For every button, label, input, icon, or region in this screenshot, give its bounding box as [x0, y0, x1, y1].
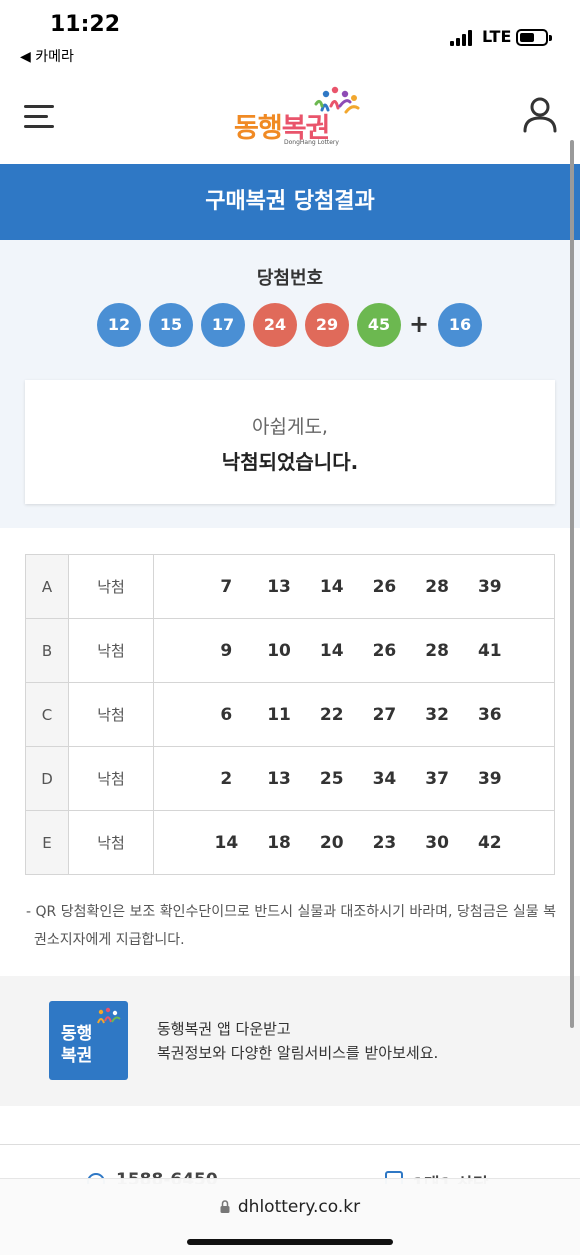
site-logo[interactable]: 동행복권 DongHang Lottery	[230, 84, 360, 150]
ticket-slot: D	[25, 746, 69, 811]
user-icon[interactable]	[520, 94, 560, 134]
ticket-number: 14	[319, 576, 344, 597]
bonus-ball: 16	[438, 303, 482, 347]
ticket-result: 낙첨	[68, 618, 154, 683]
footer-divider	[0, 1144, 580, 1145]
status-bar: 11:22 ◀ 카메라 LTE	[0, 0, 580, 70]
ticket-row: C 낙첨 6 11 22 27 32 36	[25, 682, 555, 747]
ticket-number: 26	[372, 576, 397, 597]
ticket-number: 18	[267, 832, 291, 853]
ticket-result: 낙첨	[68, 682, 154, 747]
logo-subtitle: DongHang Lottery	[284, 139, 339, 146]
winning-ball: 12	[97, 303, 141, 347]
result-message-line2: 낙첨되었습니다.	[221, 450, 359, 474]
url-display[interactable]: dhlottery.co.kr	[0, 1197, 580, 1217]
ticket-numbers: 9 10 14 26 28 41	[153, 618, 555, 683]
back-to-camera-link[interactable]: ◀ 카메라	[20, 46, 74, 66]
winning-ball: 29	[305, 303, 349, 347]
ticket-number: 34	[372, 768, 397, 789]
lock-icon	[220, 1200, 230, 1213]
ticket-row: B 낙첨 9 10 14 26 28 41	[25, 618, 555, 683]
ticket-numbers: 6 11 22 27 32 36	[153, 682, 555, 747]
ticket-result: 낙첨	[68, 554, 154, 619]
qr-notice: - QR 당첨확인은 보조 확인수단이므로 반드시 실물과 대조하시기 바라며,…	[26, 904, 556, 948]
ticket-number: 20	[319, 832, 344, 853]
winning-numbers-label: 당첨번호	[256, 268, 324, 289]
ticket-number: 26	[372, 640, 397, 661]
ticket-number: 32	[425, 704, 449, 725]
ticket-number: 41	[477, 640, 502, 661]
ticket-slot: A	[25, 554, 69, 619]
ticket-number: 7	[220, 576, 233, 597]
ticket-number: 10	[267, 640, 291, 661]
ticket-slot: C	[25, 682, 69, 747]
app-icon-people-icon	[97, 1007, 121, 1024]
ticket-number: 6	[220, 704, 233, 725]
ticket-row: D 낙첨 2 13 25 34 37 39	[25, 746, 555, 811]
app-icon-text: 동행 복권	[61, 1023, 92, 1067]
ticket-number: 2	[220, 768, 233, 789]
signal-icon	[450, 30, 476, 46]
ticket-number: 13	[267, 768, 291, 789]
ticket-number: 36	[477, 704, 502, 725]
app-promo-line1: 동행복권 앱 다운받고	[157, 1020, 291, 1038]
ticket-slot: E	[25, 810, 69, 875]
app-promo-banner[interactable]: 동행 복권 동행복권 앱 다운받고 복권정보와 다양한 알림서비스를 받아보세요…	[0, 976, 580, 1106]
ticket-number: 42	[477, 832, 502, 853]
plus-sign: +	[408, 310, 430, 338]
result-message-card: 아쉽게도, 낙첨되었습니다.	[25, 380, 555, 504]
winning-ball: 17	[201, 303, 245, 347]
ticket-number: 9	[220, 640, 233, 661]
ticket-result: 낙첨	[68, 810, 154, 875]
winning-result-area: 당첨번호 12 15 17 24 29 45 + 16 아쉽게도, 낙첨되었습니…	[0, 240, 580, 528]
ticket-numbers: 7 13 14 26 28 39	[153, 554, 555, 619]
ticket-number: 37	[425, 768, 449, 789]
winning-ball: 45	[357, 303, 401, 347]
browser-url-bar[interactable]: dhlottery.co.kr	[0, 1178, 580, 1255]
page-title: 구매복권 당첨결과	[0, 164, 580, 240]
app-icon[interactable]: 동행 복권	[49, 1001, 128, 1080]
winning-ball: 15	[149, 303, 193, 347]
app-icon-text-line1: 동행	[61, 1024, 93, 1044]
ticket-numbers: 14 18 20 23 30 42	[153, 810, 555, 875]
ticket-number: 30	[425, 832, 449, 853]
ticket-row: A 낙첨 7 13 14 26 28 39	[25, 554, 555, 619]
logo-text-part1: 동행	[234, 113, 283, 144]
winning-ball: 24	[253, 303, 297, 347]
scrollbar[interactable]	[570, 140, 574, 1028]
ticket-numbers: 2 13 25 34 37 39	[153, 746, 555, 811]
ticket-number: 14	[214, 832, 239, 853]
ticket-number: 13	[267, 576, 291, 597]
site-header: 동행복권 DongHang Lottery	[0, 72, 580, 164]
url-text: dhlottery.co.kr	[237, 1197, 361, 1217]
battery-icon	[516, 29, 552, 46]
ticket-number: 14	[319, 640, 344, 661]
status-time: 11:22	[50, 12, 121, 37]
ticket-number: 22	[319, 704, 344, 725]
menu-icon[interactable]	[24, 102, 56, 130]
app-promo-text: 동행복권 앱 다운받고 복권정보와 다양한 알림서비스를 받아보세요.	[157, 1017, 438, 1065]
ticket-number: 23	[372, 832, 397, 853]
app-icon-text-line2: 복권	[61, 1046, 93, 1066]
ticket-table: A 낙첨 7 13 14 26 28 39 B 낙첨 9 10 14 26 28 41 C 낙첨 6 11 22 27 32…	[25, 554, 555, 875]
ticket-number: 39	[477, 576, 502, 597]
ticket-slot: B	[25, 618, 69, 683]
ticket-number: 25	[319, 768, 344, 789]
winning-balls: 12 15 17 24 29 45 + 16	[97, 303, 497, 347]
app-promo-line2: 복권정보와 다양한 알림서비스를 받아보세요.	[157, 1044, 439, 1062]
ticket-number: 39	[477, 768, 502, 789]
ticket-number: 28	[425, 640, 449, 661]
ticket-number: 11	[267, 704, 291, 725]
result-message-line1: 아쉽게도,	[252, 416, 328, 438]
ticket-row: E 낙첨 14 18 20 23 30 42	[25, 810, 555, 875]
ticket-number: 28	[425, 576, 449, 597]
ticket-result: 낙첨	[68, 746, 154, 811]
home-indicator	[187, 1239, 393, 1245]
network-label: LTE	[482, 27, 512, 46]
ticket-number: 27	[372, 704, 397, 725]
